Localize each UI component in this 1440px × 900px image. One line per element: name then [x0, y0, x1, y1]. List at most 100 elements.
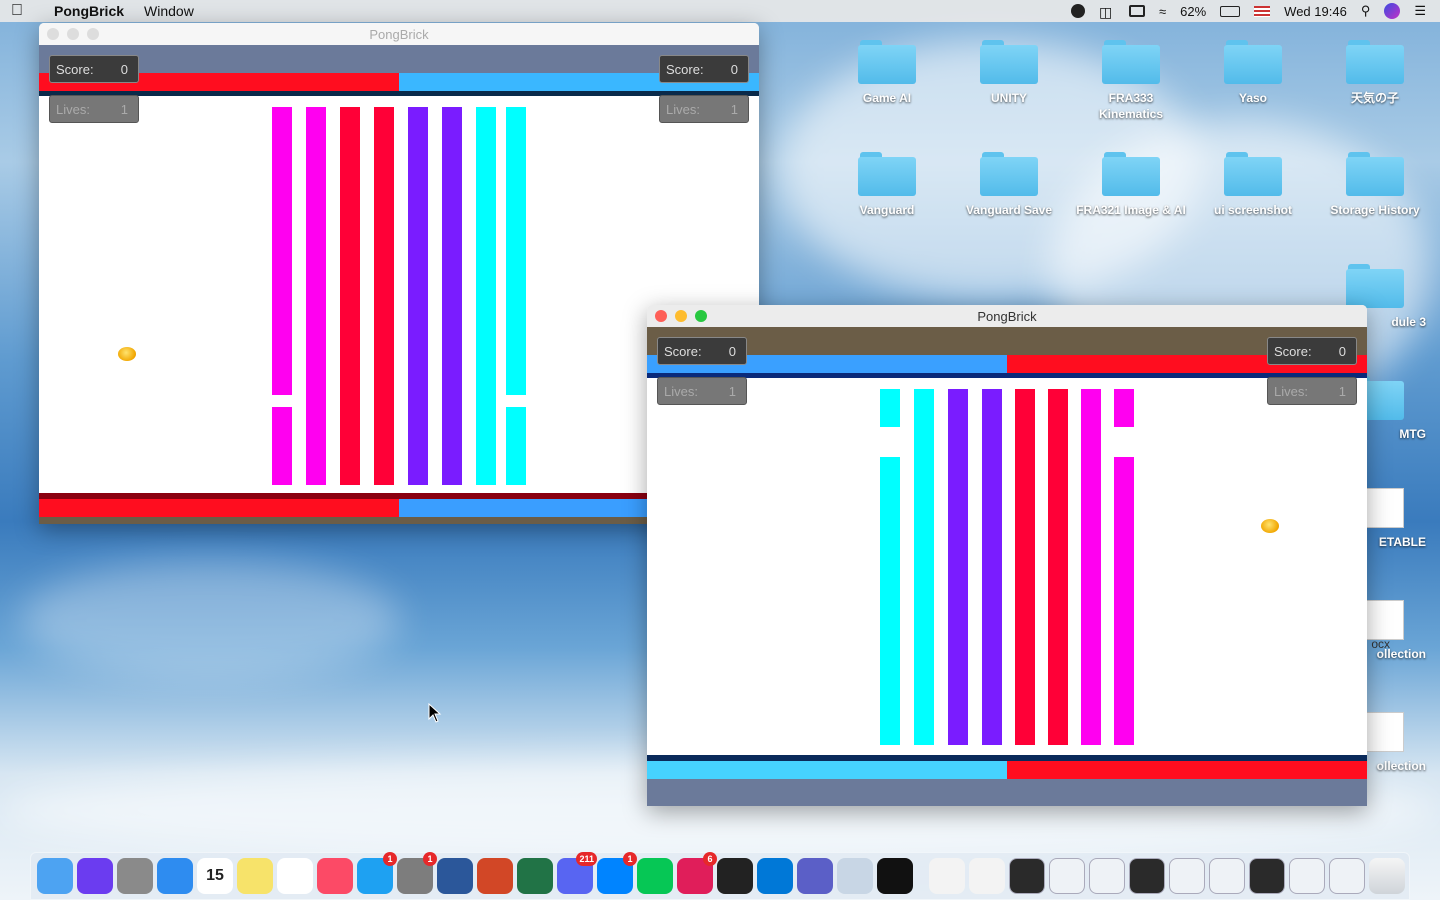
- ball: [1261, 519, 1279, 533]
- brick: [1048, 389, 1068, 745]
- folder-icon: [1224, 152, 1282, 196]
- slack-icon[interactable]: 6: [677, 852, 717, 894]
- brick: [374, 107, 394, 485]
- preview-icon[interactable]: [837, 858, 873, 894]
- vpn-icon[interactable]: ◫: [1099, 4, 1115, 20]
- minimized-window-thumbnail[interactable]: [1209, 858, 1245, 894]
- desktop-icon[interactable]: Storage History: [1320, 152, 1430, 218]
- p2-lives-label: Lives:: [1274, 383, 1308, 399]
- desktop-icon[interactable]: FRA321 Image & AI: [1076, 152, 1186, 218]
- battery-percent: 62%: [1180, 3, 1207, 19]
- window-title: PongBrick: [369, 26, 429, 42]
- desktop-icon[interactable]: 天気の子: [1320, 40, 1430, 106]
- minimize-button[interactable]: [67, 28, 79, 40]
- vscode-icon[interactable]: [757, 858, 793, 894]
- unity-hub-icon[interactable]: [717, 858, 753, 894]
- wifi-icon[interactable]: ≈: [1159, 4, 1166, 19]
- minimized-window-thumbnail[interactable]: [1089, 858, 1125, 894]
- finder-icon[interactable]: [37, 858, 73, 894]
- zoom-button[interactable]: [87, 28, 99, 40]
- folder-icon: [980, 40, 1038, 84]
- record-icon[interactable]: [1071, 4, 1085, 18]
- brick: [948, 389, 968, 745]
- notification-badge: 1: [383, 852, 397, 866]
- desktop-icon-label: UNITY: [991, 91, 1027, 105]
- p2-score-label: Score:: [666, 61, 704, 77]
- minimized-window-thumbnail[interactable]: [1329, 858, 1365, 894]
- teams-icon[interactable]: [797, 858, 833, 894]
- desktop-icon-label: FRA321 Image & AI: [1076, 203, 1186, 217]
- ball: [118, 347, 136, 361]
- close-button[interactable]: [47, 28, 59, 40]
- excel-icon[interactable]: [517, 858, 553, 894]
- spotlight-search-icon[interactable]: ⚲: [1361, 3, 1371, 19]
- safari-icon[interactable]: [157, 858, 193, 894]
- menu-window[interactable]: Window: [134, 3, 204, 19]
- brick: [1114, 457, 1134, 745]
- brick: [476, 107, 496, 485]
- music-icon[interactable]: [317, 858, 353, 894]
- p2-lives-label: Lives:: [666, 101, 700, 117]
- minimized-window-thumbnail[interactable]: [1049, 858, 1085, 894]
- word-icon[interactable]: [437, 858, 473, 894]
- launchpad-icon[interactable]: [117, 858, 153, 894]
- folder-icon: [980, 152, 1038, 196]
- desktop-icon[interactable]: Yaso: [1198, 40, 1308, 106]
- siri-icon[interactable]: [77, 858, 113, 894]
- text-edit-2-icon[interactable]: [969, 858, 1005, 894]
- desktop-icon[interactable]: ui screenshot: [1198, 152, 1308, 218]
- desktop-icon[interactable]: Vanguard Save: [954, 152, 1064, 218]
- minimized-window-thumbnail[interactable]: [1009, 858, 1045, 894]
- window-titlebar[interactable]: PongBrick: [39, 23, 759, 45]
- notification-center-icon[interactable]: ☰: [1414, 3, 1426, 19]
- window-titlebar[interactable]: PongBrick: [647, 305, 1367, 327]
- calendar-icon[interactable]: 15: [197, 858, 233, 894]
- battery-icon[interactable]: [1220, 5, 1241, 17]
- minimized-window-thumbnail[interactable]: [1249, 858, 1285, 894]
- apple-menu-icon[interactable]: : [0, 2, 34, 20]
- desktop-icon[interactable]: UNITY: [954, 40, 1064, 106]
- desktop-icon[interactable]: FRA333 Kinematics: [1076, 40, 1186, 122]
- desktop-icon[interactable]: Vanguard: [832, 152, 942, 218]
- calendar-date: 15: [206, 867, 224, 884]
- zoom-button[interactable]: [695, 310, 707, 322]
- p2-score-value: 0: [730, 61, 738, 77]
- powerpoint-icon[interactable]: [477, 858, 513, 894]
- p1-lives-value: 1: [728, 383, 736, 399]
- app-store-icon[interactable]: 1: [357, 852, 397, 894]
- folder-icon: [1346, 40, 1404, 84]
- minimize-button[interactable]: [675, 310, 687, 322]
- discord-icon[interactable]: 211: [557, 852, 597, 894]
- desktop-icon-label: Vanguard: [859, 203, 915, 217]
- close-button[interactable]: [655, 310, 667, 322]
- desktop-icon-label: Vanguard Save: [965, 203, 1053, 217]
- game-canvas[interactable]: Score: 0 Score: 0 Lives: 1 Lives: 1: [647, 327, 1367, 806]
- pongbrick-window-front[interactable]: PongBrick Score: 0 Score: 0 Lives: 1 Liv…: [647, 305, 1367, 806]
- p1-lives-label: Lives:: [56, 101, 90, 117]
- brick: [272, 407, 292, 485]
- text-edit-icon[interactable]: [929, 858, 965, 894]
- minimized-window-thumbnail[interactable]: [1129, 858, 1165, 894]
- p1-score-label: Score:: [664, 343, 702, 359]
- flag-icon[interactable]: [1254, 5, 1271, 17]
- p1-score-value: 0: [120, 61, 128, 77]
- unity-icon[interactable]: [877, 858, 913, 894]
- app-menu[interactable]: PongBrick: [34, 3, 134, 19]
- reminders-icon[interactable]: [277, 858, 313, 894]
- top-paddle-bar: [39, 73, 759, 91]
- memory-icon[interactable]: [1129, 5, 1145, 17]
- minimized-window-thumbnail[interactable]: [1169, 858, 1205, 894]
- trash-icon[interactable]: [1369, 858, 1405, 894]
- notes-icon[interactable]: [237, 858, 273, 894]
- p1-score-box: Score: 0: [657, 337, 747, 365]
- p1-lives-box: Lives: 1: [657, 377, 747, 405]
- p1-score-box: Score: 0: [49, 55, 139, 83]
- minimized-window-thumbnail[interactable]: [1289, 858, 1325, 894]
- siri-menu-icon[interactable]: [1384, 3, 1401, 19]
- desktop-icon[interactable]: Game AI: [832, 40, 942, 106]
- messenger-icon[interactable]: 1: [597, 852, 637, 894]
- system-preferences-icon[interactable]: 1: [397, 852, 437, 894]
- p2-lives-value: 1: [1338, 383, 1346, 399]
- clock[interactable]: Wed 19:46: [1284, 4, 1347, 19]
- line-icon[interactable]: [637, 858, 673, 894]
